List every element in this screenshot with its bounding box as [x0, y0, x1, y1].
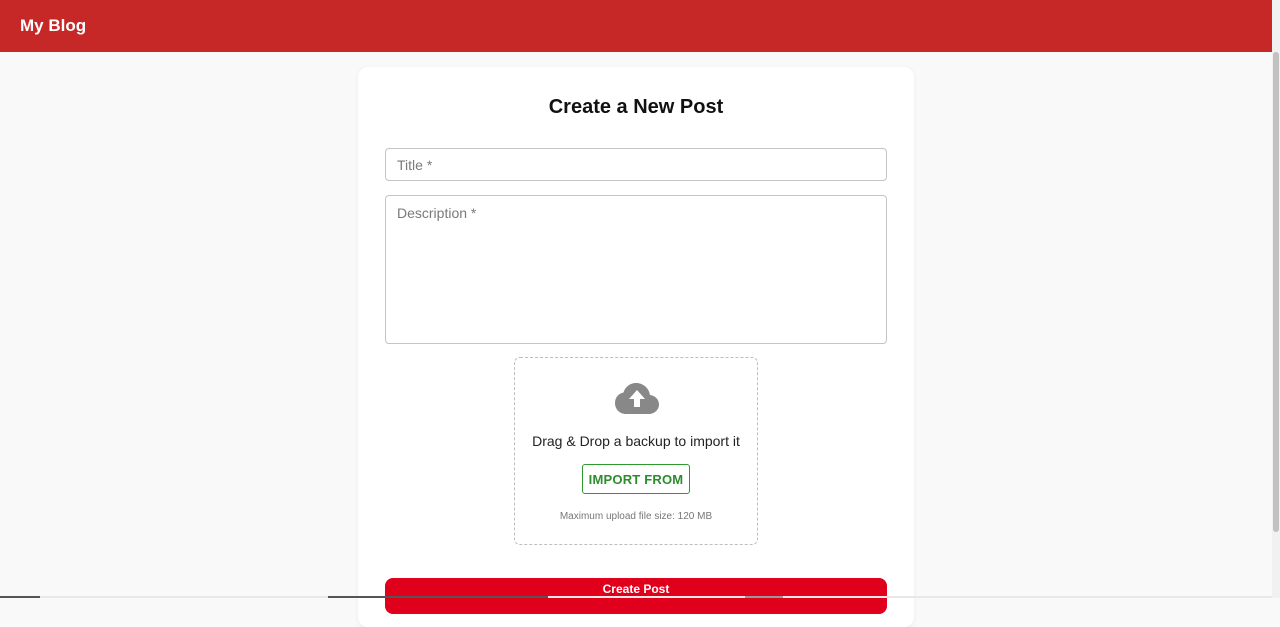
file-dropzone[interactable]: Drag & Drop a backup to import it IMPORT…: [514, 357, 758, 545]
import-from-button[interactable]: IMPORT FROM: [582, 464, 690, 494]
max-upload-size-note: Maximum upload file size: 120 MB: [559, 511, 713, 522]
description-input[interactable]: [385, 195, 887, 344]
app-bar: My Blog: [0, 0, 1272, 52]
scrollbar-thumb[interactable]: [1273, 52, 1279, 532]
dropzone-label: Drag & Drop a backup to import it: [532, 433, 740, 449]
page-title: Create a New Post: [548, 96, 724, 118]
title-input[interactable]: [385, 148, 887, 181]
page-scrollbar[interactable]: [1272, 0, 1280, 598]
cloud-upload-icon: [615, 383, 659, 414]
brand-title[interactable]: My Blog: [20, 16, 86, 36]
